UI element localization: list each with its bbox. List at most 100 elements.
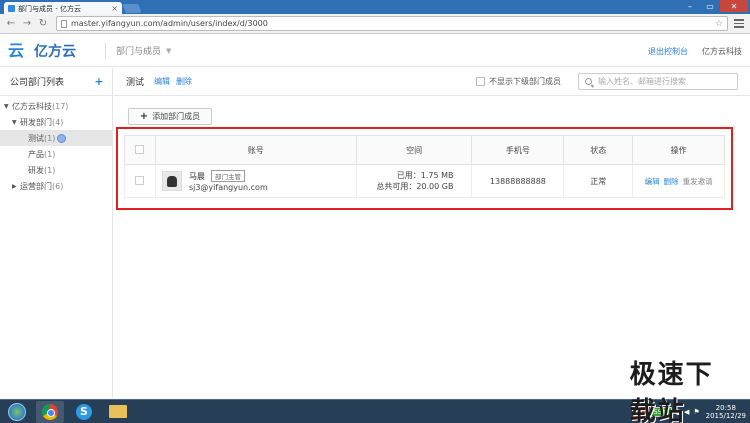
mouse-cursor-icon (57, 133, 67, 143)
tree-node-test[interactable]: 测试 (1) (0, 130, 112, 146)
logo-text: 亿方云 (34, 43, 76, 60)
tree-node-count: (4) (52, 117, 64, 127)
tree-node-rd[interactable]: ▼ 研发部门 (4) (0, 114, 112, 130)
add-member-button[interactable]: + 添加部门成员 (128, 108, 212, 125)
logo-icon: 云 (8, 40, 25, 60)
search-icon (585, 78, 592, 85)
header-right: 退出控制台 亿方云科技 (648, 35, 742, 67)
expanded-arrow-icon[interactable]: ▼ (4, 103, 12, 110)
tree-node-count: (17) (52, 101, 69, 111)
bookmark-star-icon[interactable]: ☆ (715, 19, 723, 29)
exit-console-link[interactable]: 退出控制台 (648, 46, 688, 57)
browser-toolbar: ← → ↻ master.yifangyun.com/admin/users/i… (0, 14, 750, 34)
close-window-icon[interactable]: ✕ (720, 0, 748, 12)
status-cell: 正常 (563, 164, 634, 198)
table-row: 马晨 部门主管 sj3@yifangyun.com 已用：1.75 MB 总共可用… (124, 164, 725, 198)
column-header-phone: 手机号 (471, 135, 565, 165)
tab-title: 部门与成员 - 亿方云 (18, 4, 81, 13)
taskbar-chrome[interactable] (36, 400, 64, 423)
chevron-down-icon: ▼ (166, 46, 172, 55)
account-text: 马晨 部门主管 sj3@yifangyun.com (189, 170, 268, 192)
reload-icon[interactable]: ↻ (36, 17, 50, 31)
tree-node-label: 产品 (28, 149, 44, 159)
hide-sub-members-checkbox[interactable] (476, 77, 485, 86)
select-all-checkbox[interactable] (135, 144, 145, 154)
browser-titlebar: 部门与成员 - 亿方云 × – ▭ ✕ (0, 0, 750, 15)
chrome-menu-icon[interactable] (732, 17, 746, 31)
expanded-arrow-icon[interactable]: ▼ (12, 119, 20, 126)
folder-icon (109, 405, 127, 418)
tree-node-count: (1) (44, 165, 56, 175)
edit-member-link[interactable]: 编辑 (645, 177, 660, 186)
taskbar-explorer[interactable] (104, 401, 132, 423)
tree-node-dev[interactable]: 研发 (1) (0, 162, 112, 178)
highlight-frame: 账号 空间 手机号 状态 操作 马晨 部门主管 sj3@yifangyun.co… (116, 127, 733, 210)
delete-member-link[interactable]: 删除 (664, 177, 679, 186)
taskbar-sogou[interactable]: S (70, 401, 98, 423)
nav-dropdown[interactable]: 部门与成员 ▼ (116, 44, 172, 58)
window-controls: – ▭ ✕ (680, 0, 748, 14)
forward-icon[interactable]: → (20, 17, 34, 31)
row-checkbox[interactable] (135, 175, 145, 185)
tree-node-label: 运营部门 (20, 181, 52, 191)
sidebar-title: 公司部门列表 (10, 78, 65, 88)
member-email: sj3@yifangyun.com (188, 183, 268, 192)
member-search-input[interactable]: 输入姓名、邮箱进行搜索 (578, 73, 738, 90)
hide-sub-members-toggle[interactable]: 不显示下级部门成员 (476, 76, 561, 87)
avatar-figure-icon (166, 175, 177, 187)
member-name: 马晨 (188, 172, 205, 181)
tree-node-label: 亿方云科技 (12, 101, 52, 111)
add-department-button[interactable]: + (94, 76, 104, 87)
plus-icon: + (139, 111, 149, 122)
department-toolbar: 测试 编辑 删除 不显示下级部门成员 输入姓名、邮箱进行搜索 (114, 68, 750, 96)
tree-node-count: (6) (52, 181, 64, 191)
account-info: 马晨 部门主管 sj3@yifangyun.com (156, 170, 356, 192)
tree-node-ops[interactable]: ▶ 运营部门 (6) (0, 178, 112, 194)
member-table: 账号 空间 手机号 状态 操作 马晨 部门主管 sj3@yifangyun.co… (124, 135, 725, 198)
maximize-icon[interactable]: ▭ (700, 0, 720, 12)
resend-invite-link[interactable]: 重发邀请 (683, 177, 713, 186)
logo[interactable]: 云 亿方云 (0, 41, 105, 61)
new-tab-button[interactable] (122, 4, 142, 13)
hide-sub-members-label: 不显示下级部门成员 (489, 77, 561, 86)
main-panel: 测试 编辑 删除 不显示下级部门成员 输入姓名、邮箱进行搜索 + 添加部门成员 … (114, 68, 750, 398)
column-header-account: 账号 (154, 135, 357, 165)
tree-node-label: 研发 (28, 165, 44, 175)
back-icon[interactable]: ← (4, 17, 18, 31)
department-title: 测试 (126, 78, 145, 88)
url-text: master.yifangyun.com/admin/users/index/d… (71, 19, 268, 28)
sogou-browser-icon: S (76, 403, 92, 420)
minimize-icon[interactable]: – (680, 0, 700, 12)
windows-taskbar: S 极速下载站 55% ▮ ◀ ⚑ 20:58 2015/12/29 (0, 360, 750, 423)
windows-orb-icon (8, 402, 26, 421)
address-bar[interactable]: master.yifangyun.com/admin/users/index/d… (56, 16, 728, 31)
tree-node-root[interactable]: ▼ 亿方云科技 (17) (0, 98, 112, 114)
page-icon (61, 19, 67, 28)
start-button[interactable] (4, 401, 30, 423)
edit-department-link[interactable]: 编辑 (154, 76, 170, 87)
tree-node-count: (1) (44, 133, 56, 143)
column-header-actions: 操作 (632, 135, 725, 165)
nav-label: 部门与成员 (116, 47, 162, 57)
phone-cell: 13888888888 (471, 164, 565, 198)
chrome-icon (42, 403, 58, 420)
tree-node-count: (1) (44, 149, 56, 159)
row-select-cell (124, 164, 156, 198)
select-all-cell (124, 135, 156, 165)
space-used: 已用：1.75 MB (396, 171, 454, 180)
add-member-label: 添加部门成员 (152, 112, 201, 121)
header-divider (105, 42, 106, 59)
collapsed-arrow-icon[interactable]: ▶ (12, 183, 20, 190)
table-header-row: 账号 空间 手机号 状态 操作 (124, 135, 725, 165)
department-tree: ▼ 亿方云科技 (17) ▼ 研发部门 (4) 测试 (1) 产品 (1) 研发… (0, 96, 112, 194)
tab-close-icon[interactable]: × (111, 4, 118, 13)
app-header: 云 亿方云 部门与成员 ▼ 退出控制台 亿方云科技 (0, 35, 750, 67)
tree-node-product[interactable]: 产品 (1) (0, 146, 112, 162)
system-tray: 极速下载站 55% ▮ ◀ ⚑ 20:58 2015/12/29 (630, 360, 750, 423)
search-placeholder: 输入姓名、邮箱进行搜索 (598, 77, 686, 86)
company-name[interactable]: 亿方云科技 (702, 46, 742, 57)
sidebar-header: 公司部门列表 + (0, 68, 112, 96)
delete-department-link[interactable]: 删除 (176, 76, 192, 87)
space-total: 总共可用：20.00 GB (376, 182, 454, 191)
watermark-logo: 极速下载站 (629, 360, 714, 423)
